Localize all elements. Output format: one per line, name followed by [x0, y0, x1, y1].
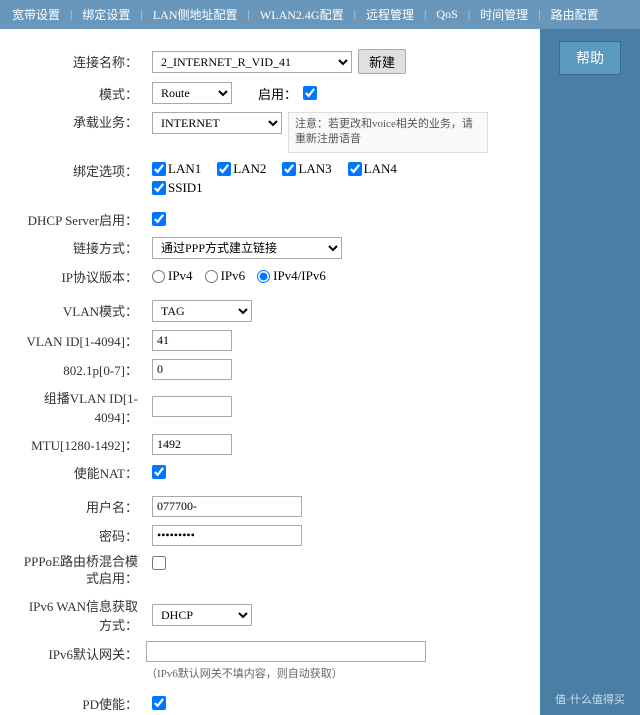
multicast-vlan-input[interactable] — [152, 396, 232, 417]
ipv6-option: IPv6 — [205, 268, 246, 284]
dot1p-input[interactable] — [152, 359, 232, 380]
ipv6-gateway-input[interactable] — [146, 641, 426, 662]
nav-item-route[interactable]: 路由配置 — [547, 4, 603, 25]
vlan-mode-select[interactable]: TAG — [152, 300, 252, 322]
service-note: 注意：若更改和voice相关的业务，请重新注册语音 — [288, 112, 488, 153]
mode-label: 模式： — [16, 84, 146, 103]
ipv4v6-radio[interactable] — [257, 270, 270, 283]
ipv6-gateway-note: （IPv6默认网关不填内容，则自动获取） — [146, 665, 426, 681]
mtu-input[interactable] — [152, 434, 232, 455]
bind-lan4: LAN4 — [348, 161, 397, 177]
enable-checkbox[interactable] — [303, 86, 317, 100]
link-mode-label: 链接方式： — [16, 238, 146, 257]
sidebar: 帮助 值·什么值得买 — [540, 29, 640, 715]
bind-ssid1-checkbox[interactable] — [152, 181, 166, 195]
vlan-id-label: VLAN ID[1-4094]： — [16, 331, 146, 350]
username-input[interactable] — [152, 496, 302, 517]
dhcp-label: DHCP Server启用： — [16, 210, 146, 229]
bind-label: 绑定选项： — [16, 161, 146, 180]
multicast-vlan-label: 组播VLAN ID[1-4094]： — [16, 388, 146, 426]
bind-lan1: LAN1 — [152, 161, 201, 177]
ipv4-radio[interactable] — [152, 270, 165, 283]
vlan-mode-label: VLAN模式： — [16, 301, 146, 320]
ipv4v6-option: IPv4/IPv6 — [257, 268, 326, 284]
mode-select[interactable]: Route — [152, 82, 232, 104]
ipv6-fetch-label: IPv6 WAN信息获取方式： — [16, 596, 146, 634]
nav-item-wlan[interactable]: WLAN2.4G配置 — [256, 4, 348, 25]
username-label: 用户名： — [16, 497, 146, 516]
bind-lan2: LAN2 — [217, 161, 266, 177]
nav-item-qos[interactable]: QoS — [432, 5, 461, 24]
enable-label: 启用： — [258, 84, 297, 103]
help-button[interactable]: 帮助 — [559, 41, 621, 75]
form-content: 连接名称： 2_INTERNET_R_VID_41 新建 模式： Route 启… — [0, 29, 540, 715]
ipv6-fetch-select[interactable]: DHCP — [152, 604, 252, 626]
ipv6-radio[interactable] — [205, 270, 218, 283]
dot1p-label: 802.1p[0-7]： — [16, 360, 146, 379]
watermark: 值·什么值得买 — [555, 691, 625, 707]
bind-lan3-checkbox[interactable] — [282, 162, 296, 176]
nat-checkbox[interactable] — [152, 465, 166, 479]
nav-item-lan[interactable]: LAN侧地址配置 — [149, 4, 242, 25]
pppoe-bridge-checkbox[interactable] — [152, 556, 166, 570]
vlan-id-input[interactable] — [152, 330, 232, 351]
nav-item-binding[interactable]: 绑定设置 — [78, 4, 134, 25]
pppoe-bridge-label: PPPoE路由桥混合模式启用： — [16, 554, 146, 588]
bind-lan4-checkbox[interactable] — [348, 162, 362, 176]
dhcp-checkbox[interactable] — [152, 212, 166, 226]
bind-ssid1: SSID1 — [152, 180, 203, 196]
bind-lan2-checkbox[interactable] — [217, 162, 231, 176]
pd-label: PD使能： — [16, 694, 146, 713]
connection-name-select[interactable]: 2_INTERNET_R_VID_41 — [152, 51, 352, 73]
password-label: 密码： — [16, 526, 146, 545]
service-select[interactable]: INTERNET — [152, 112, 282, 134]
nav-item-broadband[interactable]: 宽带设置 — [8, 4, 64, 25]
top-navigation: 宽带设置 | 绑定设置 | LAN侧地址配置 | WLAN2.4G配置 | 远程… — [0, 0, 640, 29]
nav-item-remote[interactable]: 远程管理 — [362, 4, 418, 25]
bind-lan3: LAN3 — [282, 161, 331, 177]
nat-label: 使能NAT： — [16, 463, 146, 482]
mtu-label: MTU[1280-1492]： — [16, 435, 146, 454]
connection-name-label: 连接名称： — [16, 52, 146, 71]
new-button[interactable]: 新建 — [358, 49, 406, 74]
link-mode-select[interactable]: 通过PPP方式建立链接 — [152, 237, 342, 259]
ipv6-gateway-label: IPv6默认网关： — [16, 641, 146, 663]
nav-item-time[interactable]: 时间管理 — [476, 4, 532, 25]
pd-checkbox[interactable] — [152, 696, 166, 710]
service-label: 承载业务： — [16, 112, 146, 131]
password-input[interactable] — [152, 525, 302, 546]
ipv4-option: IPv4 — [152, 268, 193, 284]
bind-lan1-checkbox[interactable] — [152, 162, 166, 176]
ip-proto-label: IP协议版本： — [16, 267, 146, 286]
